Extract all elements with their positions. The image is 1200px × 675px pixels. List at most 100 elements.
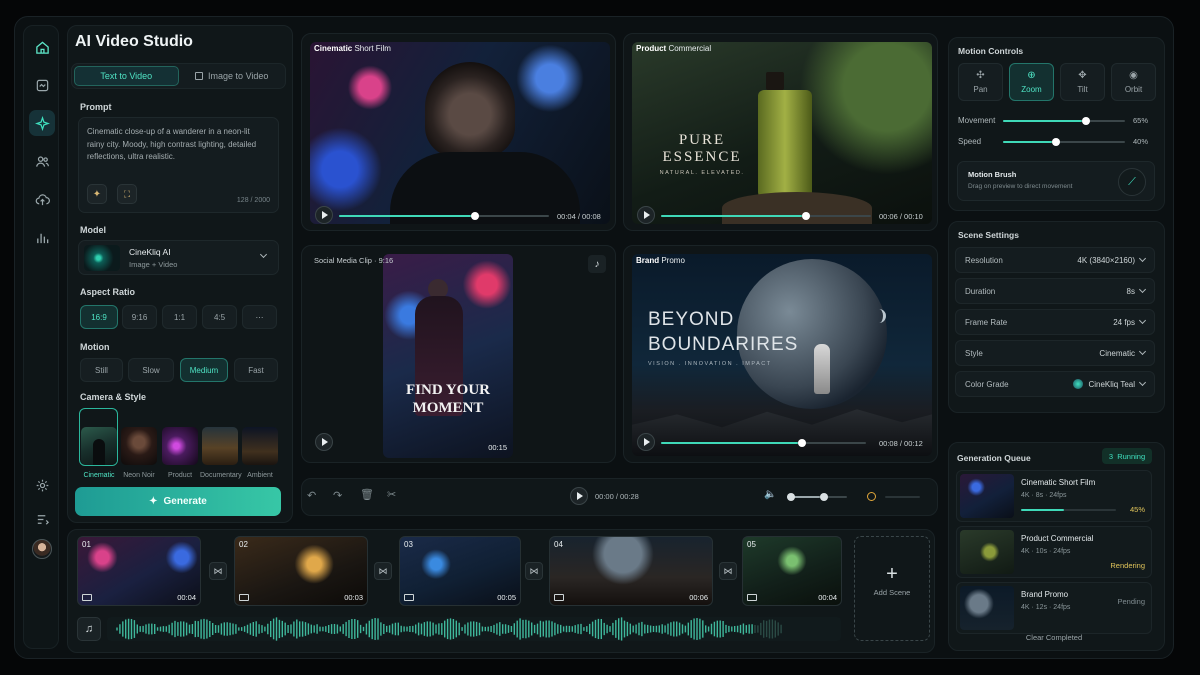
zoom-slider[interactable] xyxy=(885,496,920,498)
setting-value: 4K (3840×2160) xyxy=(1077,255,1135,265)
scrubber[interactable] xyxy=(661,212,871,220)
brush-icon[interactable]: ⟋ xyxy=(1118,168,1146,196)
play-button[interactable] xyxy=(315,433,333,451)
transition-icon[interactable]: ⋈ xyxy=(374,562,392,580)
movement-slider[interactable] xyxy=(1003,117,1125,125)
undo-icon[interactable]: ↶ xyxy=(307,489,316,502)
transition-icon[interactable]: ⋈ xyxy=(525,562,543,580)
preview-card-product[interactable]: Product Commercial PURE ESSENCE NATURAL.… xyxy=(623,33,938,231)
transition-icon[interactable]: ⋈ xyxy=(209,562,227,580)
main-play-button[interactable] xyxy=(570,487,588,505)
motion-slow[interactable]: Slow xyxy=(128,358,174,382)
tiktok-icon[interactable]: ♪ xyxy=(588,255,606,273)
style-thumb-documentary[interactable] xyxy=(202,427,238,465)
aspect-4-5[interactable]: 4:5 xyxy=(202,305,237,329)
motion-mode-tilt[interactable]: ✥ Tilt xyxy=(1060,63,1105,101)
style-thumb-neon-noir[interactable] xyxy=(121,427,157,465)
settings-gear-icon[interactable] xyxy=(29,472,55,498)
preview-card-cinematic[interactable]: Cinematic Short Film 00:04 / 00:08 xyxy=(301,33,616,231)
trash-icon[interactable]: 🗑 xyxy=(360,488,374,501)
motion-still[interactable]: Still xyxy=(80,358,123,382)
scan-image-icon[interactable]: ⛶ xyxy=(117,184,137,204)
add-scene-button[interactable]: + Add Scene xyxy=(854,536,930,641)
timeline-clip[interactable]: 03 00:05 xyxy=(399,536,521,606)
style-thumb-ambient[interactable] xyxy=(242,427,278,465)
aspect-more-button[interactable]: ⋯ xyxy=(242,305,277,329)
user-avatar[interactable] xyxy=(29,536,55,562)
motion-fast[interactable]: Fast xyxy=(234,358,278,382)
enhance-prompt-icon[interactable]: ✦ xyxy=(87,184,107,204)
setting-frame-rate[interactable]: Frame Rate 24 fps xyxy=(955,309,1155,335)
queue-item[interactable]: Product Commercial 4K · 10s · 24fps Rend… xyxy=(956,526,1152,578)
motion-brush-card[interactable]: Motion Brush Drag on preview to direct m… xyxy=(957,161,1155,201)
prompt-textarea[interactable]: Cinematic close-up of a wanderer in a ne… xyxy=(78,117,279,213)
tab-image-to-video[interactable]: Image to Video xyxy=(181,66,284,86)
play-button[interactable] xyxy=(637,206,655,224)
setting-style[interactable]: Style Cinematic xyxy=(955,340,1155,366)
clip-number: 01 xyxy=(82,540,91,549)
aspect-9-16[interactable]: 9:16 xyxy=(122,305,157,329)
volume-slider[interactable] xyxy=(787,493,847,501)
preview-title: Brand Promo xyxy=(636,256,685,265)
clip-duration: 00:04 xyxy=(177,593,196,602)
setting-resolution[interactable]: Resolution 4K (3840×2160) xyxy=(955,247,1155,273)
clear-completed-button[interactable]: Clear Completed xyxy=(956,633,1152,642)
generate-button[interactable]: ✦ Generate xyxy=(75,487,281,516)
ai-sparkle-icon[interactable] xyxy=(29,110,55,136)
queue-list-icon[interactable] xyxy=(29,506,55,532)
tab-text-to-video[interactable]: Text to Video xyxy=(74,66,179,86)
motion-medium[interactable]: Medium xyxy=(180,358,228,382)
volume-icon[interactable]: 🔈 xyxy=(764,489,776,500)
analytics-icon[interactable] xyxy=(29,224,55,250)
home-icon[interactable] xyxy=(29,34,55,60)
clip-duration: 00:15 xyxy=(488,443,507,452)
style-thumb-product[interactable] xyxy=(162,427,198,465)
scrubber[interactable] xyxy=(339,212,549,220)
preview-title: Social Media Clip · 9:16 xyxy=(314,256,394,265)
speed-slider[interactable] xyxy=(1003,138,1125,146)
queue-item[interactable]: Brand Promo 4K · 12s · 24fps Pending xyxy=(956,582,1152,634)
scrubber[interactable] xyxy=(661,439,866,447)
timeline-clip[interactable]: 02 00:03 xyxy=(234,536,368,606)
cloud-upload-icon[interactable] xyxy=(29,186,55,212)
audio-track[interactable] xyxy=(107,617,841,641)
style-caption-ambient: Ambient xyxy=(247,472,273,479)
model-select[interactable]: CineKliq AI Image + Video xyxy=(78,240,279,275)
aspect-16-9[interactable]: 16:9 xyxy=(80,305,118,329)
media-library-icon[interactable] xyxy=(29,72,55,98)
play-button[interactable] xyxy=(637,433,655,451)
color-swatch xyxy=(1073,379,1084,389)
users-icon[interactable] xyxy=(29,148,55,174)
chevron-down-icon xyxy=(1138,254,1147,263)
timeline-clip[interactable]: 04 00:06 xyxy=(549,536,713,606)
clip-duration: 00:06 xyxy=(689,593,708,602)
scissors-icon[interactable]: ✂ xyxy=(387,488,396,501)
overlay-title-1: PURE xyxy=(678,132,726,148)
motion-mode-zoom[interactable]: ⊕ Zoom xyxy=(1009,63,1054,101)
preview-card-brand-promo[interactable]: Brand Promo BEYOND BOUNDARIRES VISION . … xyxy=(623,245,938,463)
marker-icon[interactable] xyxy=(867,492,876,501)
model-logo xyxy=(84,245,120,271)
setting-value: Cinematic xyxy=(1099,348,1135,358)
play-button[interactable] xyxy=(315,206,333,224)
motion-mode-orbit[interactable]: ◉ Orbit xyxy=(1111,63,1156,101)
setting-color-grade[interactable]: Color Grade CineKliq Teal xyxy=(955,371,1155,397)
overlay-tagline: NATURAL. ELEVATED. xyxy=(659,170,745,176)
style-thumb-cinematic[interactable] xyxy=(81,427,117,465)
aspect-1-1[interactable]: 1:1 xyxy=(162,305,197,329)
preview-card-social[interactable]: Social Media Clip · 9:16 ♪ FIND YOUR MOM… xyxy=(301,245,616,463)
speed-value: 40% xyxy=(1133,137,1149,146)
sparkle-icon: ✦ xyxy=(149,496,158,507)
queue-item[interactable]: Cinematic Short Film 4K · 8s · 24fps 45% xyxy=(956,470,1152,522)
transition-icon[interactable]: ⋈ xyxy=(719,562,737,580)
redo-icon[interactable]: ↷ xyxy=(333,489,342,502)
timeline-clip[interactable]: 05 00:04 xyxy=(742,536,842,606)
preview-title-bold: Brand xyxy=(636,256,660,265)
setting-duration[interactable]: Duration 8s xyxy=(955,278,1155,304)
prompt-label: Prompt xyxy=(80,102,112,112)
time-readout: 00:06 / 00:10 xyxy=(879,212,923,221)
motion-mode-pan[interactable]: ✣ Pan xyxy=(958,63,1003,101)
music-icon[interactable]: ♫ xyxy=(77,617,101,641)
chevron-down-icon xyxy=(1138,347,1147,356)
timeline-clip[interactable]: 01 00:04 xyxy=(77,536,201,606)
